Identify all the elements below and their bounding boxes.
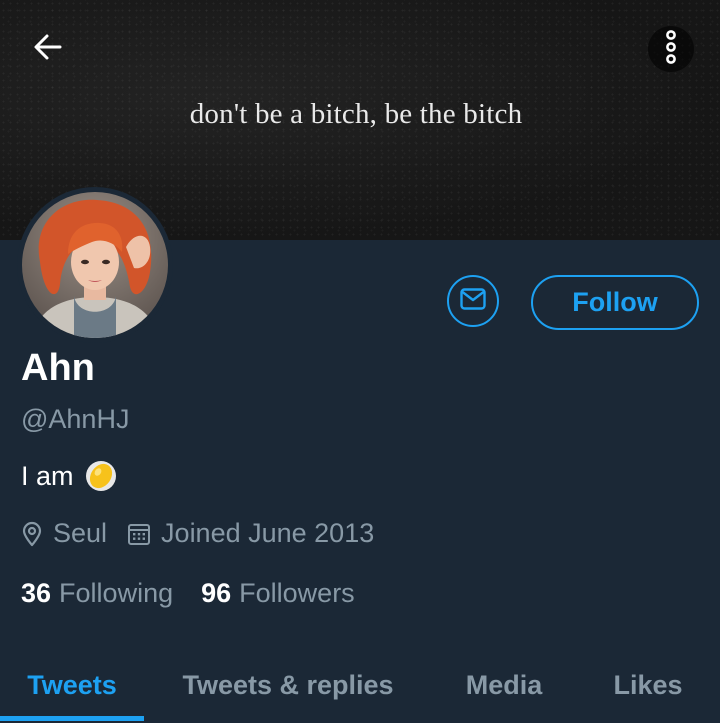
profile-meta: Seul Joined June 2013 [21, 518, 374, 549]
banner-quote: don't be a bitch, be the bitch [189, 98, 523, 130]
followers-count: 96 [201, 578, 232, 608]
followers-label: Followers [239, 578, 355, 608]
joined-text: Joined June 2013 [161, 518, 375, 548]
calendar-icon [127, 522, 151, 546]
joined-date: Joined June 2013 [127, 518, 374, 549]
follow-stats: 36 Following 96 Followers [21, 578, 355, 609]
active-tab-indicator [0, 716, 144, 721]
message-button[interactable] [447, 275, 499, 327]
following-count: 36 [21, 578, 52, 608]
location-pin-icon [21, 521, 43, 547]
tab-likes[interactable]: Likes [596, 648, 700, 723]
location: Seul [21, 518, 107, 549]
envelope-icon [460, 287, 486, 315]
bio-text: I am [21, 460, 74, 491]
tab-tweets-replies[interactable]: Tweets & replies [168, 648, 408, 723]
profile-tabs: Tweets Tweets & replies Media Likes [0, 648, 720, 723]
bio: I am [21, 459, 118, 493]
location-text: Seul [53, 518, 108, 548]
followers-link[interactable]: 96 Followers [201, 578, 355, 609]
following-link[interactable]: 36 Following [21, 578, 173, 609]
display-name: Ahn [21, 347, 95, 389]
avatar[interactable] [22, 192, 168, 338]
user-handle: @AhnHJ [21, 404, 130, 434]
back-button[interactable] [22, 26, 74, 72]
lemon-emoji [84, 459, 118, 493]
more-options-button[interactable] [648, 26, 694, 72]
more-vertical-icon [663, 29, 679, 70]
tab-tweets[interactable]: Tweets [0, 648, 144, 723]
arrow-left-icon [32, 31, 64, 68]
following-label: Following [59, 578, 174, 608]
tab-media[interactable]: Media [448, 648, 560, 723]
profile-screen: don't be a bitch, be the bitch Follow Ah… [0, 0, 720, 723]
follow-button[interactable]: Follow [531, 275, 699, 330]
